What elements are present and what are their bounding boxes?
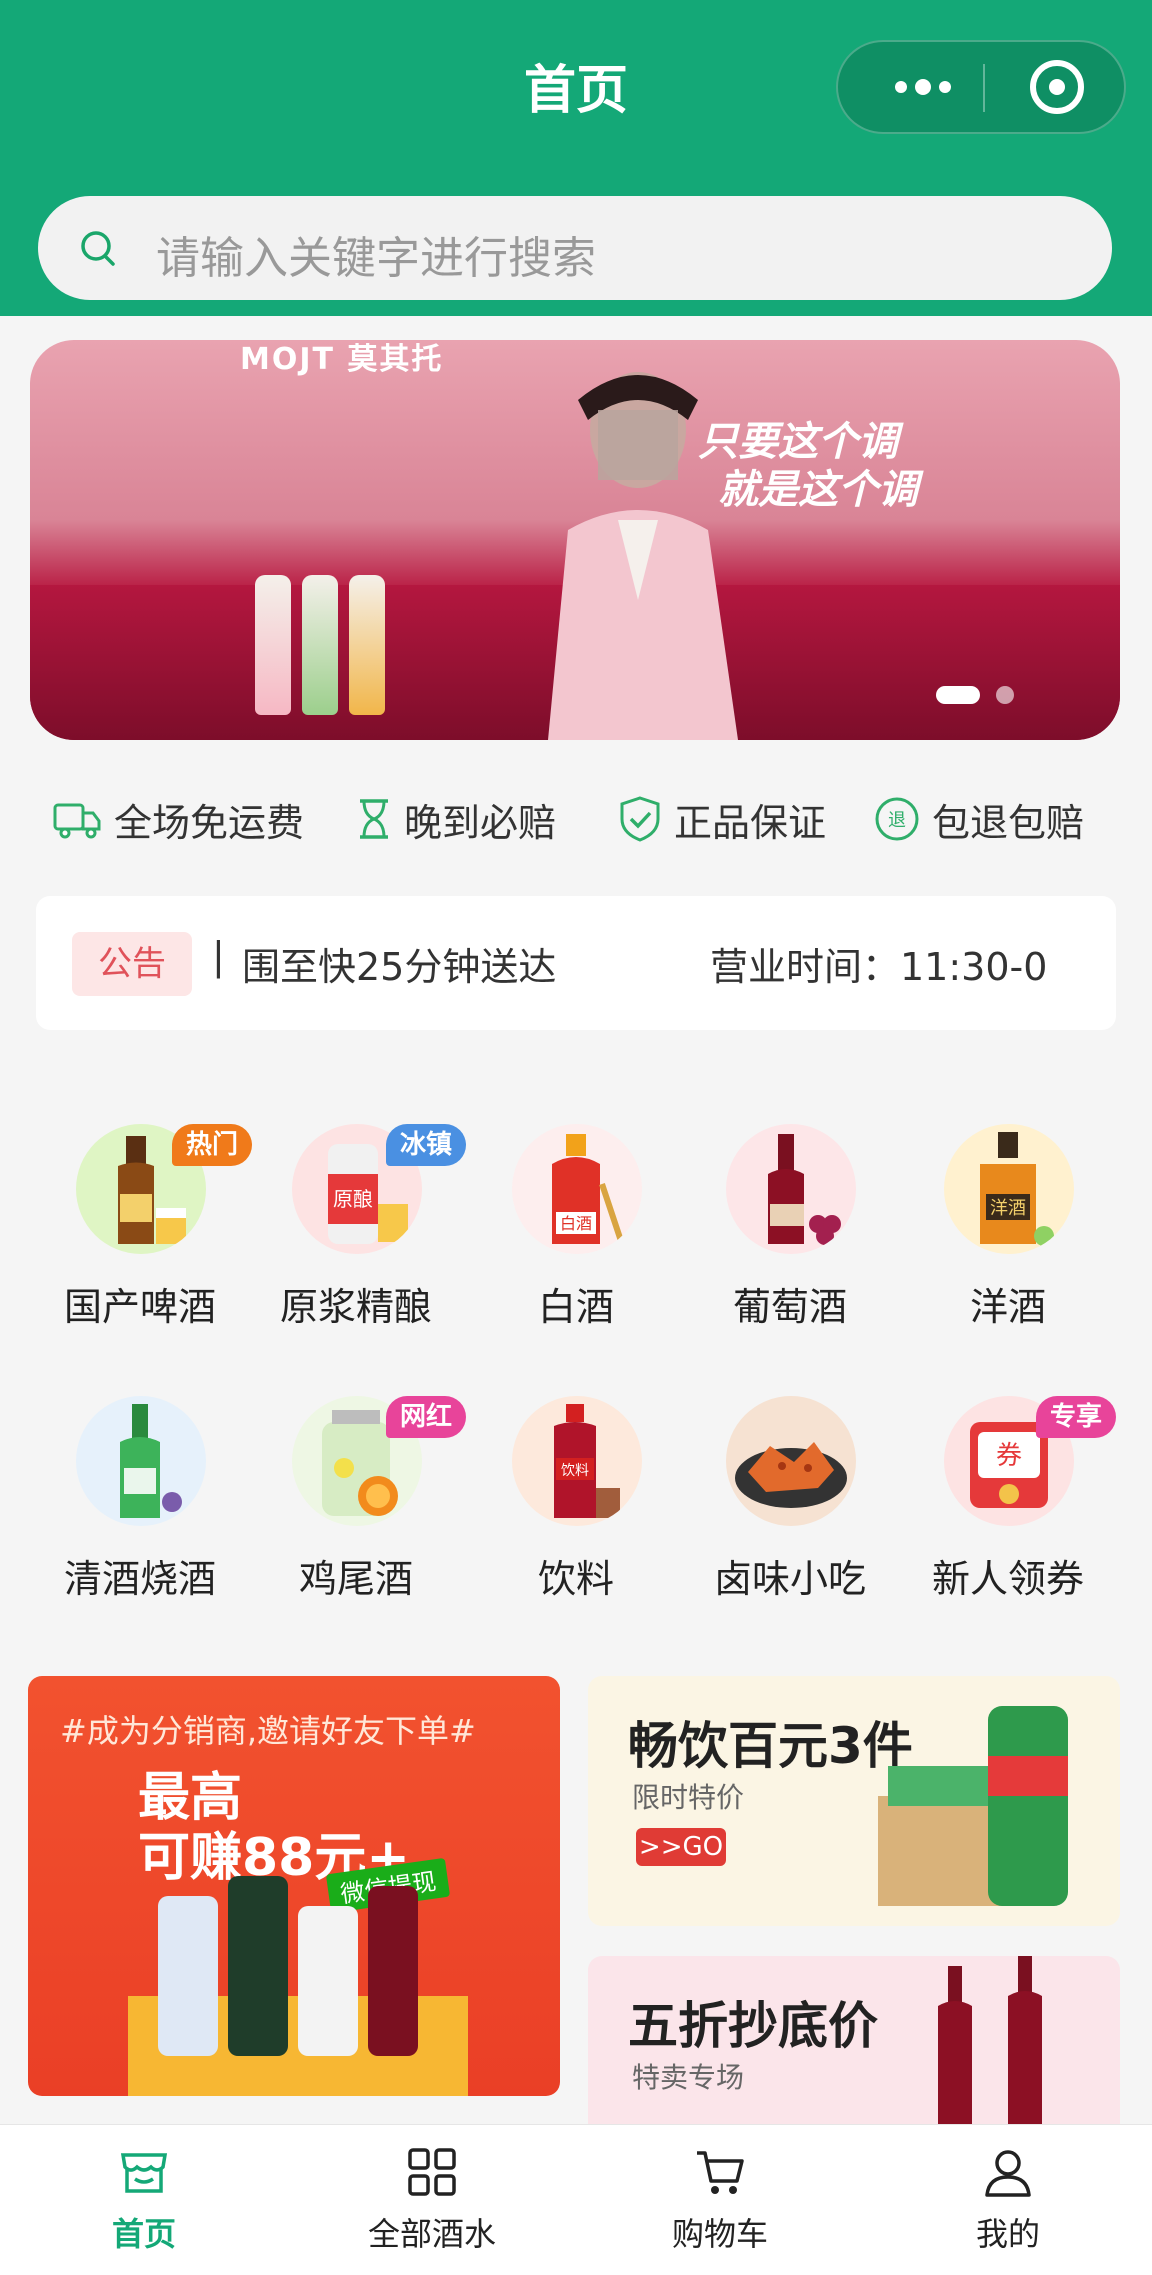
beer-case-illustration — [878, 1706, 1068, 1906]
category-label: 新人领券 — [931, 1557, 1084, 1601]
category-label: 卤味小吃 — [713, 1557, 866, 1601]
product-bottle — [349, 575, 385, 715]
feature-genuine-guarantee: 正品保证 — [618, 784, 826, 854]
announcement-badge: 公告 — [72, 932, 192, 996]
category-label: 清酒烧酒 — [63, 1557, 216, 1601]
product-bottle — [302, 575, 338, 715]
more-dots-icon[interactable] — [878, 42, 968, 132]
slogan-line-1: 只要这个调 — [698, 419, 898, 465]
liquor-bottle-icon: 洋酒 — [944, 1124, 1074, 1254]
wine-bottle-icon — [726, 1124, 856, 1254]
feature-label: 全场免运费 — [114, 800, 305, 845]
hourglass-icon — [360, 799, 388, 839]
feature-label: 包退包赔 — [932, 800, 1085, 845]
truck-icon — [53, 803, 101, 839]
deal-subtitle: 限时特价 — [632, 1781, 745, 1814]
category-label: 洋酒 — [969, 1285, 1046, 1329]
banner-slogan: 只要这个调 就是这个调 — [698, 418, 918, 514]
business-hours: 营业时间：11:30-0 — [710, 945, 1048, 989]
store-icon — [120, 2153, 168, 2193]
baijiu-bottle-icon: 白酒 — [512, 1124, 642, 1254]
tab-label: 首页 — [111, 2215, 176, 2253]
tag-iced-badge: 冰镇 — [386, 1124, 467, 1166]
slogan-line-2: 就是这个调 — [718, 467, 918, 513]
grid-icon — [408, 2148, 456, 2196]
distributor-promo-card[interactable]: #成为分销商,邀请好友下单# 最高 可赚88元+ 微信提现 — [28, 1676, 560, 2096]
half-price-subtitle: 特卖专场 — [632, 2061, 745, 2094]
tab-profile[interactable]: 我的 — [908, 2145, 1108, 2255]
promo-hashtag: #成为分销商,邀请好友下单# — [60, 1712, 476, 1750]
banner-brand-logo: MOJT 莫其托 — [240, 342, 444, 377]
snack-plate-icon — [726, 1396, 856, 1526]
tab-cart[interactable]: 购物车 — [620, 2145, 820, 2255]
product-bottle — [255, 575, 291, 715]
announcement-separator: | — [212, 934, 225, 978]
announcement-bar[interactable]: 公告 | 围至快25分钟送达 营业时间：11:30-0 — [36, 896, 1116, 1030]
deal-go-button[interactable]: >>GO — [636, 1828, 726, 1866]
refund-icon: 退 — [875, 797, 919, 841]
feature-refund: 退 包退包赔 — [874, 784, 1084, 854]
pagination-dot[interactable] — [996, 686, 1014, 704]
cart-icon — [697, 2151, 744, 2194]
svg-text:饮料: 饮料 — [561, 1463, 589, 1479]
target-icon[interactable] — [1030, 60, 1084, 114]
tag-exclusive-badge: 专享 — [1036, 1396, 1117, 1438]
tab-label: 全部酒水 — [367, 2215, 496, 2253]
svg-text:退: 退 — [888, 810, 906, 831]
promo-banner[interactable]: MOJT 莫其托 只要这个调 就是这个调 — [30, 340, 1120, 740]
feature-free-shipping: 全场免运费 — [52, 784, 304, 854]
tag-hot-badge: 热门 — [172, 1124, 253, 1166]
spokesperson-figure — [548, 372, 738, 740]
tab-label: 购物车 — [671, 2215, 768, 2253]
svg-text:原酿: 原酿 — [333, 1187, 373, 1211]
tab-label: 我的 — [975, 2215, 1040, 2253]
service-features: 全场免运费 晚到必赔 正品保证 退 包退包赔 — [0, 784, 1152, 854]
category-label: 原浆精酿 — [279, 1285, 432, 1329]
promo-headline-line-1: 最高 — [138, 1768, 243, 1828]
announcement-text: 围至快25分钟送达 — [242, 945, 557, 989]
search-icon — [81, 231, 115, 266]
user-icon — [985, 2150, 1031, 2197]
mini-program-capsule — [836, 40, 1126, 134]
bottom-tab-bar: 首页 全部酒水 购物车 我的 — [0, 2124, 1152, 2275]
category-label: 饮料 — [537, 1557, 614, 1601]
half-price-title: 五折抄底价 — [628, 1997, 878, 2055]
category-label: 葡萄酒 — [732, 1285, 847, 1329]
tab-home[interactable]: 首页 — [44, 2145, 244, 2255]
search-placeholder: 请输入关键字进行搜索 — [156, 233, 596, 284]
category-label: 鸡尾酒 — [298, 1557, 413, 1601]
drinks-deal-card[interactable]: 畅饮百元3件 限时特价 >>GO — [588, 1676, 1120, 1926]
pagination-dot-active[interactable] — [936, 686, 980, 704]
feature-late-compensation: 晚到必赔 — [356, 784, 556, 854]
top-header: 首页 请输入关键字进行搜索 — [0, 0, 1152, 316]
capsule-divider — [983, 64, 985, 112]
soju-bottle-icon — [76, 1396, 206, 1526]
svg-text:券: 券 — [996, 1441, 1022, 1471]
category-label: 国产啤酒 — [63, 1285, 216, 1329]
feature-label: 正品保证 — [674, 800, 827, 845]
shield-check-icon — [620, 796, 660, 842]
tab-all-drinks[interactable]: 全部酒水 — [332, 2145, 532, 2255]
tag-trending-badge: 网红 — [386, 1396, 467, 1438]
beverage-bottle-icon: 饮料 — [512, 1396, 642, 1526]
search-bar[interactable]: 请输入关键字进行搜索 — [38, 196, 1112, 300]
category-label: 白酒 — [537, 1285, 614, 1329]
svg-text:白酒: 白酒 — [560, 1214, 592, 1233]
svg-text:洋酒: 洋酒 — [990, 1198, 1026, 1219]
feature-label: 晚到必赔 — [404, 800, 557, 845]
liquor-bottles-illustration — [128, 1876, 468, 2096]
